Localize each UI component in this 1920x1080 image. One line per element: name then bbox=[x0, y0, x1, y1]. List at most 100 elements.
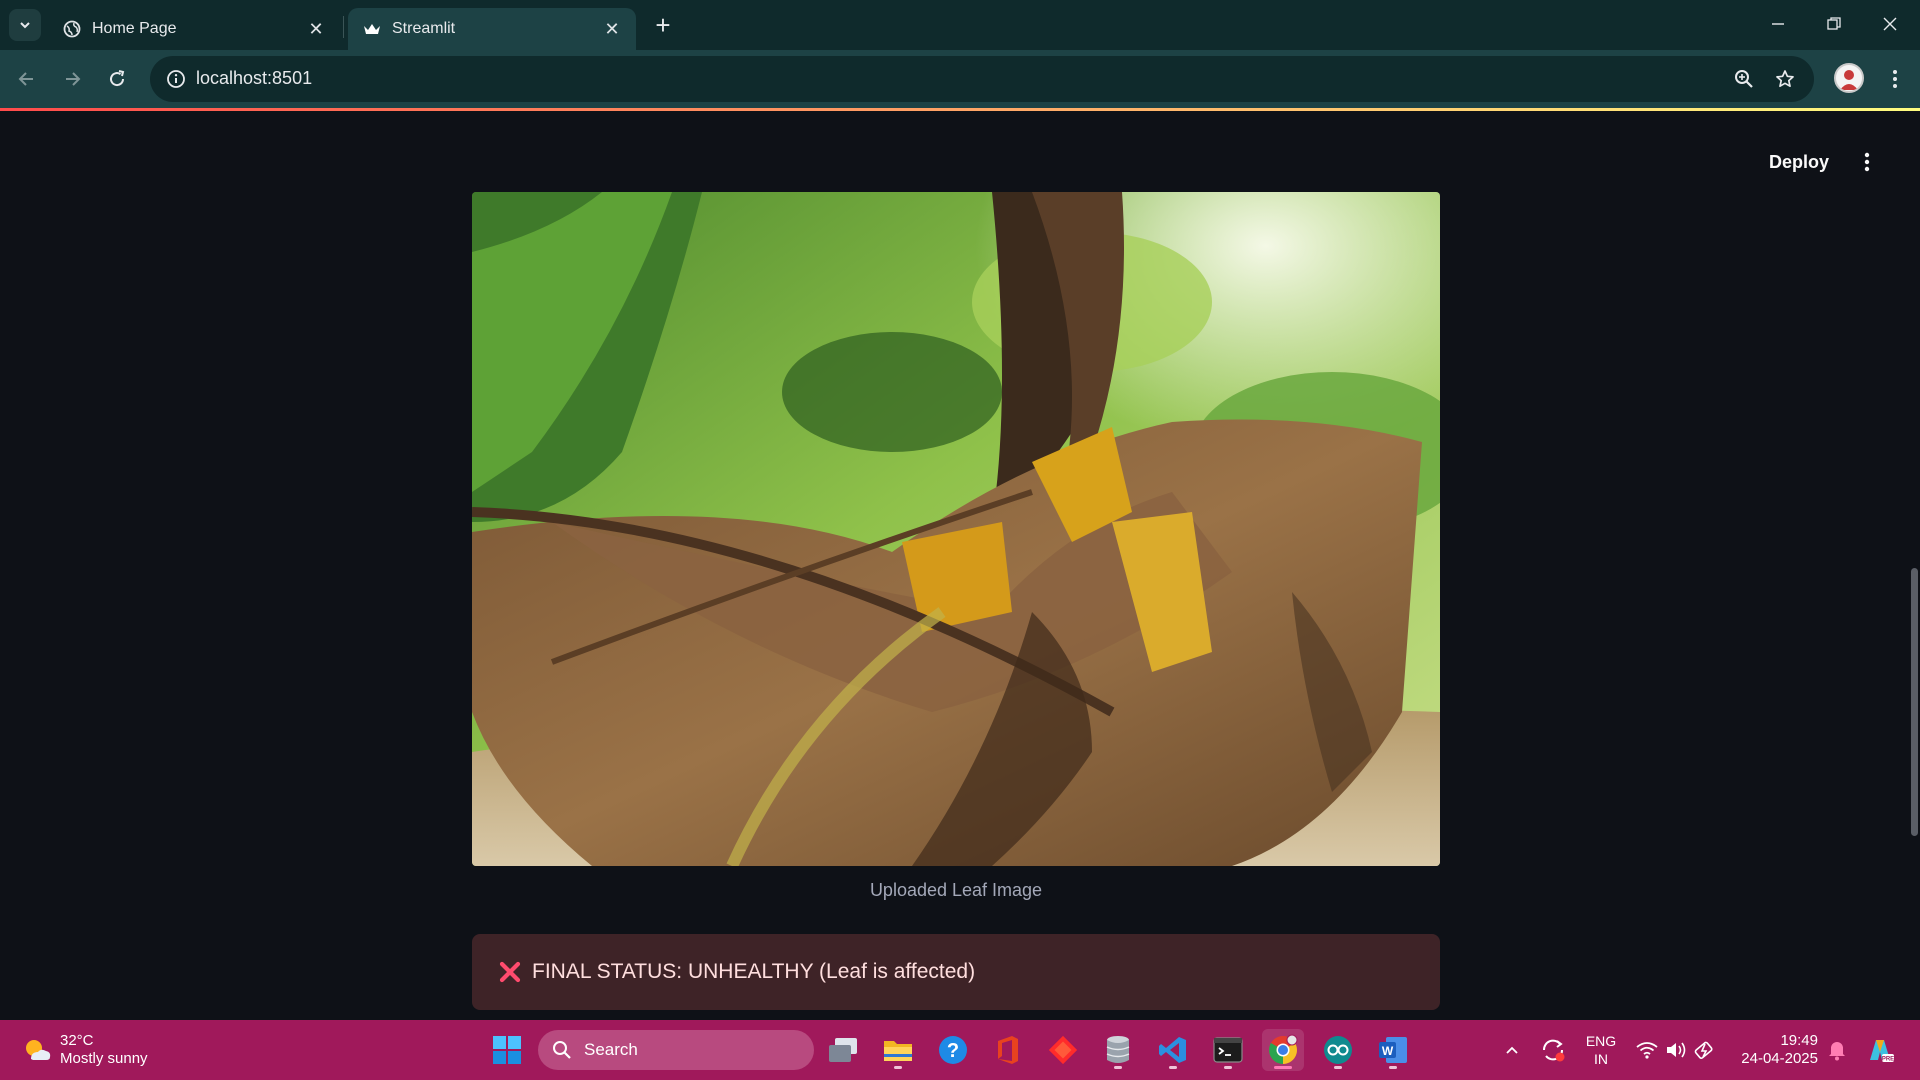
git-icon bbox=[1048, 1035, 1078, 1065]
browser-menu-button[interactable] bbox=[1880, 62, 1910, 96]
arrow-left-icon bbox=[18, 72, 33, 86]
running-indicator bbox=[1389, 1066, 1397, 1069]
arrow-right-icon bbox=[66, 72, 81, 86]
copilot-icon: PRE bbox=[1870, 1040, 1894, 1063]
tab-title: Home Page bbox=[92, 20, 177, 37]
battery-button[interactable] bbox=[1692, 1032, 1718, 1068]
reload-icon bbox=[110, 70, 125, 87]
new-tab-button[interactable]: + bbox=[648, 10, 678, 40]
vscode-button[interactable] bbox=[1152, 1029, 1194, 1071]
database-button[interactable] bbox=[1097, 1029, 1139, 1071]
running-indicator bbox=[1224, 1066, 1232, 1069]
get-help-button[interactable]: ? bbox=[932, 1029, 974, 1071]
browser-toolbar: localhost:8501 bbox=[0, 50, 1920, 108]
task-view-icon bbox=[829, 1038, 857, 1062]
task-view-button[interactable] bbox=[822, 1029, 864, 1071]
minimize-button[interactable] bbox=[1750, 0, 1806, 48]
close-window-button[interactable] bbox=[1862, 0, 1918, 48]
svg-text:W: W bbox=[1382, 1044, 1394, 1058]
back-button[interactable] bbox=[10, 62, 44, 96]
language-code: ENG bbox=[1585, 1033, 1617, 1049]
svg-text:?: ? bbox=[947, 1040, 959, 1062]
word-icon: W bbox=[1379, 1037, 1407, 1063]
terminal-icon bbox=[1213, 1037, 1243, 1063]
network-button[interactable] bbox=[1634, 1032, 1660, 1068]
git-button[interactable] bbox=[1042, 1029, 1084, 1071]
weather-temperature: 32°C bbox=[60, 1032, 94, 1049]
file-explorer-button[interactable] bbox=[877, 1029, 919, 1071]
running-indicator bbox=[894, 1066, 902, 1069]
url-text[interactable]: localhost:8501 bbox=[196, 68, 312, 89]
windows-start-icon bbox=[493, 1036, 521, 1064]
copilot-button[interactable]: PRE bbox=[1862, 1032, 1898, 1068]
language-indicator[interactable]: ENG IN bbox=[1584, 1032, 1618, 1068]
tab-streamlit[interactable]: Streamlit ✕ bbox=[348, 8, 636, 50]
tab-search-button[interactable] bbox=[9, 9, 41, 41]
database-icon bbox=[1106, 1036, 1130, 1063]
sync-status-button[interactable] bbox=[1538, 1032, 1568, 1068]
zoom-icon[interactable] bbox=[1730, 65, 1758, 93]
help-icon: ? bbox=[939, 1036, 967, 1064]
tab-home-page[interactable]: Home Page ✕ bbox=[48, 8, 340, 50]
restore-button[interactable] bbox=[1806, 0, 1862, 48]
reload-button[interactable] bbox=[100, 62, 134, 96]
close-icon bbox=[1883, 17, 1897, 31]
system-clock[interactable]: 19:49 24-04-2025 bbox=[1734, 1032, 1818, 1068]
tab-divider bbox=[343, 16, 344, 38]
language-region: IN bbox=[1594, 1051, 1608, 1067]
chevron-up-icon bbox=[1506, 1046, 1518, 1054]
notifications-button[interactable] bbox=[1824, 1032, 1850, 1068]
status-error-alert: FINAL STATUS: UNHEALTHY (Leaf is affecte… bbox=[472, 934, 1440, 1010]
chevron-down-icon bbox=[20, 22, 30, 29]
chrome-icon bbox=[1269, 1034, 1298, 1064]
word-button[interactable]: W bbox=[1372, 1029, 1414, 1071]
restore-icon bbox=[1827, 17, 1841, 30]
weather-condition: Mostly sunny bbox=[60, 1050, 148, 1067]
active-indicator bbox=[1274, 1066, 1292, 1069]
office-button[interactable] bbox=[987, 1029, 1029, 1071]
app-menu-button[interactable] bbox=[1852, 144, 1882, 180]
image-caption: Uploaded Leaf Image bbox=[869, 880, 1043, 900]
show-hidden-icons-button[interactable] bbox=[1500, 1032, 1524, 1068]
minimize-icon bbox=[1772, 23, 1784, 25]
clock-date: 24-04-2025 bbox=[1741, 1050, 1818, 1067]
chrome-button[interactable] bbox=[1262, 1029, 1304, 1071]
cross-mark-icon bbox=[496, 958, 524, 986]
bell-icon bbox=[1829, 1042, 1845, 1061]
taskbar-search[interactable]: Search bbox=[538, 1030, 814, 1070]
status-message: FINAL STATUS: UNHEALTHY (Leaf is affecte… bbox=[532, 960, 976, 983]
streamlit-app: Deploy Uploaded Leaf Image FINAL STATUS:… bbox=[0, 108, 1920, 1020]
close-tab-icon[interactable]: ✕ bbox=[602, 19, 622, 39]
close-tab-icon[interactable]: ✕ bbox=[306, 19, 326, 39]
svg-text:PRE: PRE bbox=[1882, 1057, 1894, 1063]
weather-widget[interactable]: 32°C Mostly sunny bbox=[22, 1028, 182, 1072]
profile-icon bbox=[1840, 70, 1858, 90]
streamlit-crown-icon bbox=[362, 19, 382, 39]
deploy-button[interactable]: Deploy bbox=[1756, 144, 1842, 180]
office-icon bbox=[998, 1036, 1018, 1064]
kebab-menu-icon bbox=[1864, 152, 1870, 172]
partly-sunny-icon bbox=[26, 1040, 51, 1060]
volume-button[interactable] bbox=[1663, 1032, 1689, 1068]
bookmark-star-icon[interactable] bbox=[1771, 65, 1799, 93]
uploaded-leaf-image bbox=[472, 192, 1440, 866]
kebab-menu-icon bbox=[1893, 70, 1897, 88]
windows-taskbar: 32°C Mostly sunny Search ? W ENG IN 19:4… bbox=[0, 1020, 1920, 1080]
site-info-icon[interactable] bbox=[160, 63, 192, 95]
plus-icon: + bbox=[655, 9, 671, 40]
globe-icon bbox=[62, 19, 82, 39]
wifi-icon bbox=[1636, 1042, 1658, 1059]
tab-title: Streamlit bbox=[392, 20, 456, 37]
vscode-icon bbox=[1159, 1037, 1186, 1063]
start-button[interactable] bbox=[486, 1029, 528, 1071]
forward-button[interactable] bbox=[55, 62, 89, 96]
terminal-button[interactable] bbox=[1207, 1029, 1249, 1071]
header-decoration-bar bbox=[0, 108, 1920, 111]
scrollbar-thumb[interactable] bbox=[1911, 568, 1918, 836]
profile-avatar[interactable] bbox=[1834, 63, 1864, 93]
battery-charging-icon bbox=[1694, 1041, 1713, 1059]
file-explorer-icon bbox=[884, 1041, 912, 1061]
address-bar[interactable]: localhost:8501 bbox=[150, 56, 1814, 102]
arduino-button[interactable] bbox=[1317, 1029, 1359, 1071]
search-icon bbox=[553, 1041, 571, 1059]
